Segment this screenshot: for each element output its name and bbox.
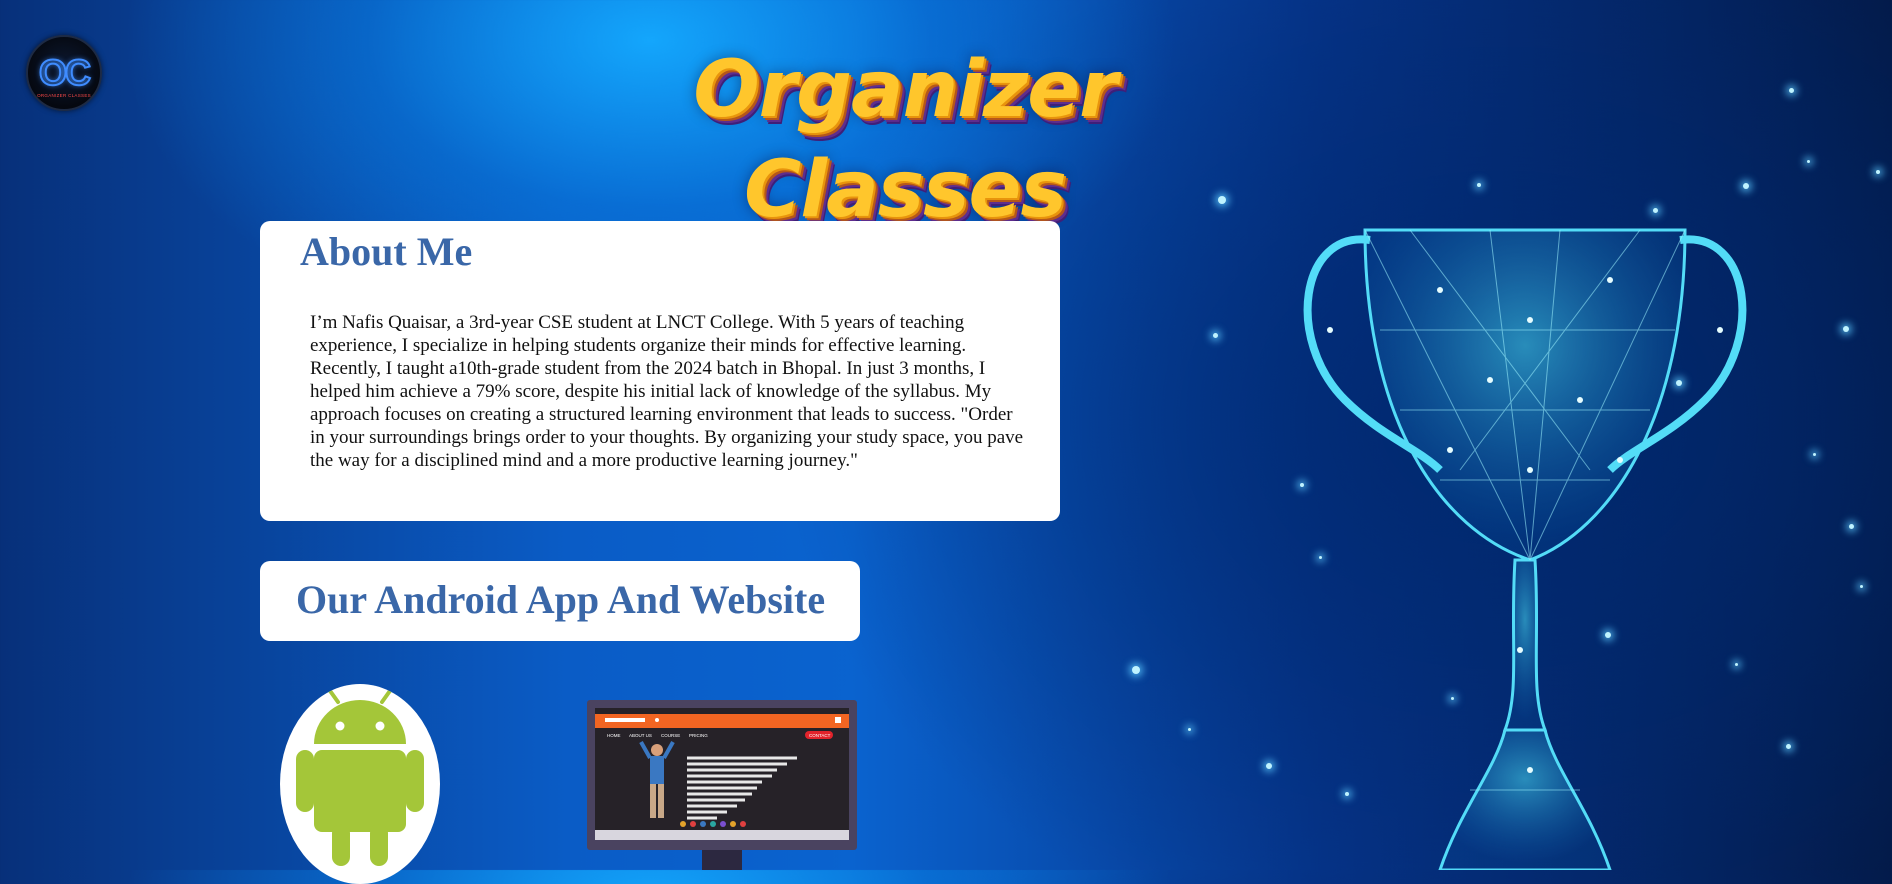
preview-nav-pricing: PRICING: [689, 733, 708, 738]
apps-heading-card: Our Android App And Website: [260, 561, 860, 641]
preview-nav-course: COURSE: [661, 733, 680, 738]
android-app-link[interactable]: [280, 684, 440, 884]
site-title: Organizer Classes: [693, 45, 1117, 235]
website-preview-link[interactable]: HOME ABOUT US COURSE PRICING CONTACT: [587, 700, 857, 870]
about-heading: About Me: [300, 229, 473, 274]
android-robot-icon: [296, 686, 424, 866]
trophy-icon: [1303, 228, 1747, 870]
apps-heading: Our Android App And Website: [296, 577, 826, 622]
about-card: About Me I’m Nafis Quaisar, a 3rd-year C…: [260, 221, 1060, 521]
preview-nav-home: HOME: [607, 733, 621, 738]
brand-logo[interactable]: OC ORGANIZER CLASSES: [26, 35, 102, 111]
logo-monogram: OC: [38, 51, 92, 93]
preview-cta: CONTACT: [809, 733, 831, 738]
about-text: I’m Nafis Quaisar, a 3rd-year CSE studen…: [310, 312, 1024, 471]
preview-nav-about: ABOUT US: [629, 733, 652, 738]
logo-tagline: ORGANIZER CLASSES: [37, 92, 91, 98]
website-preview-illustration: HOME ABOUT US COURSE PRICING CONTACT: [587, 700, 857, 870]
